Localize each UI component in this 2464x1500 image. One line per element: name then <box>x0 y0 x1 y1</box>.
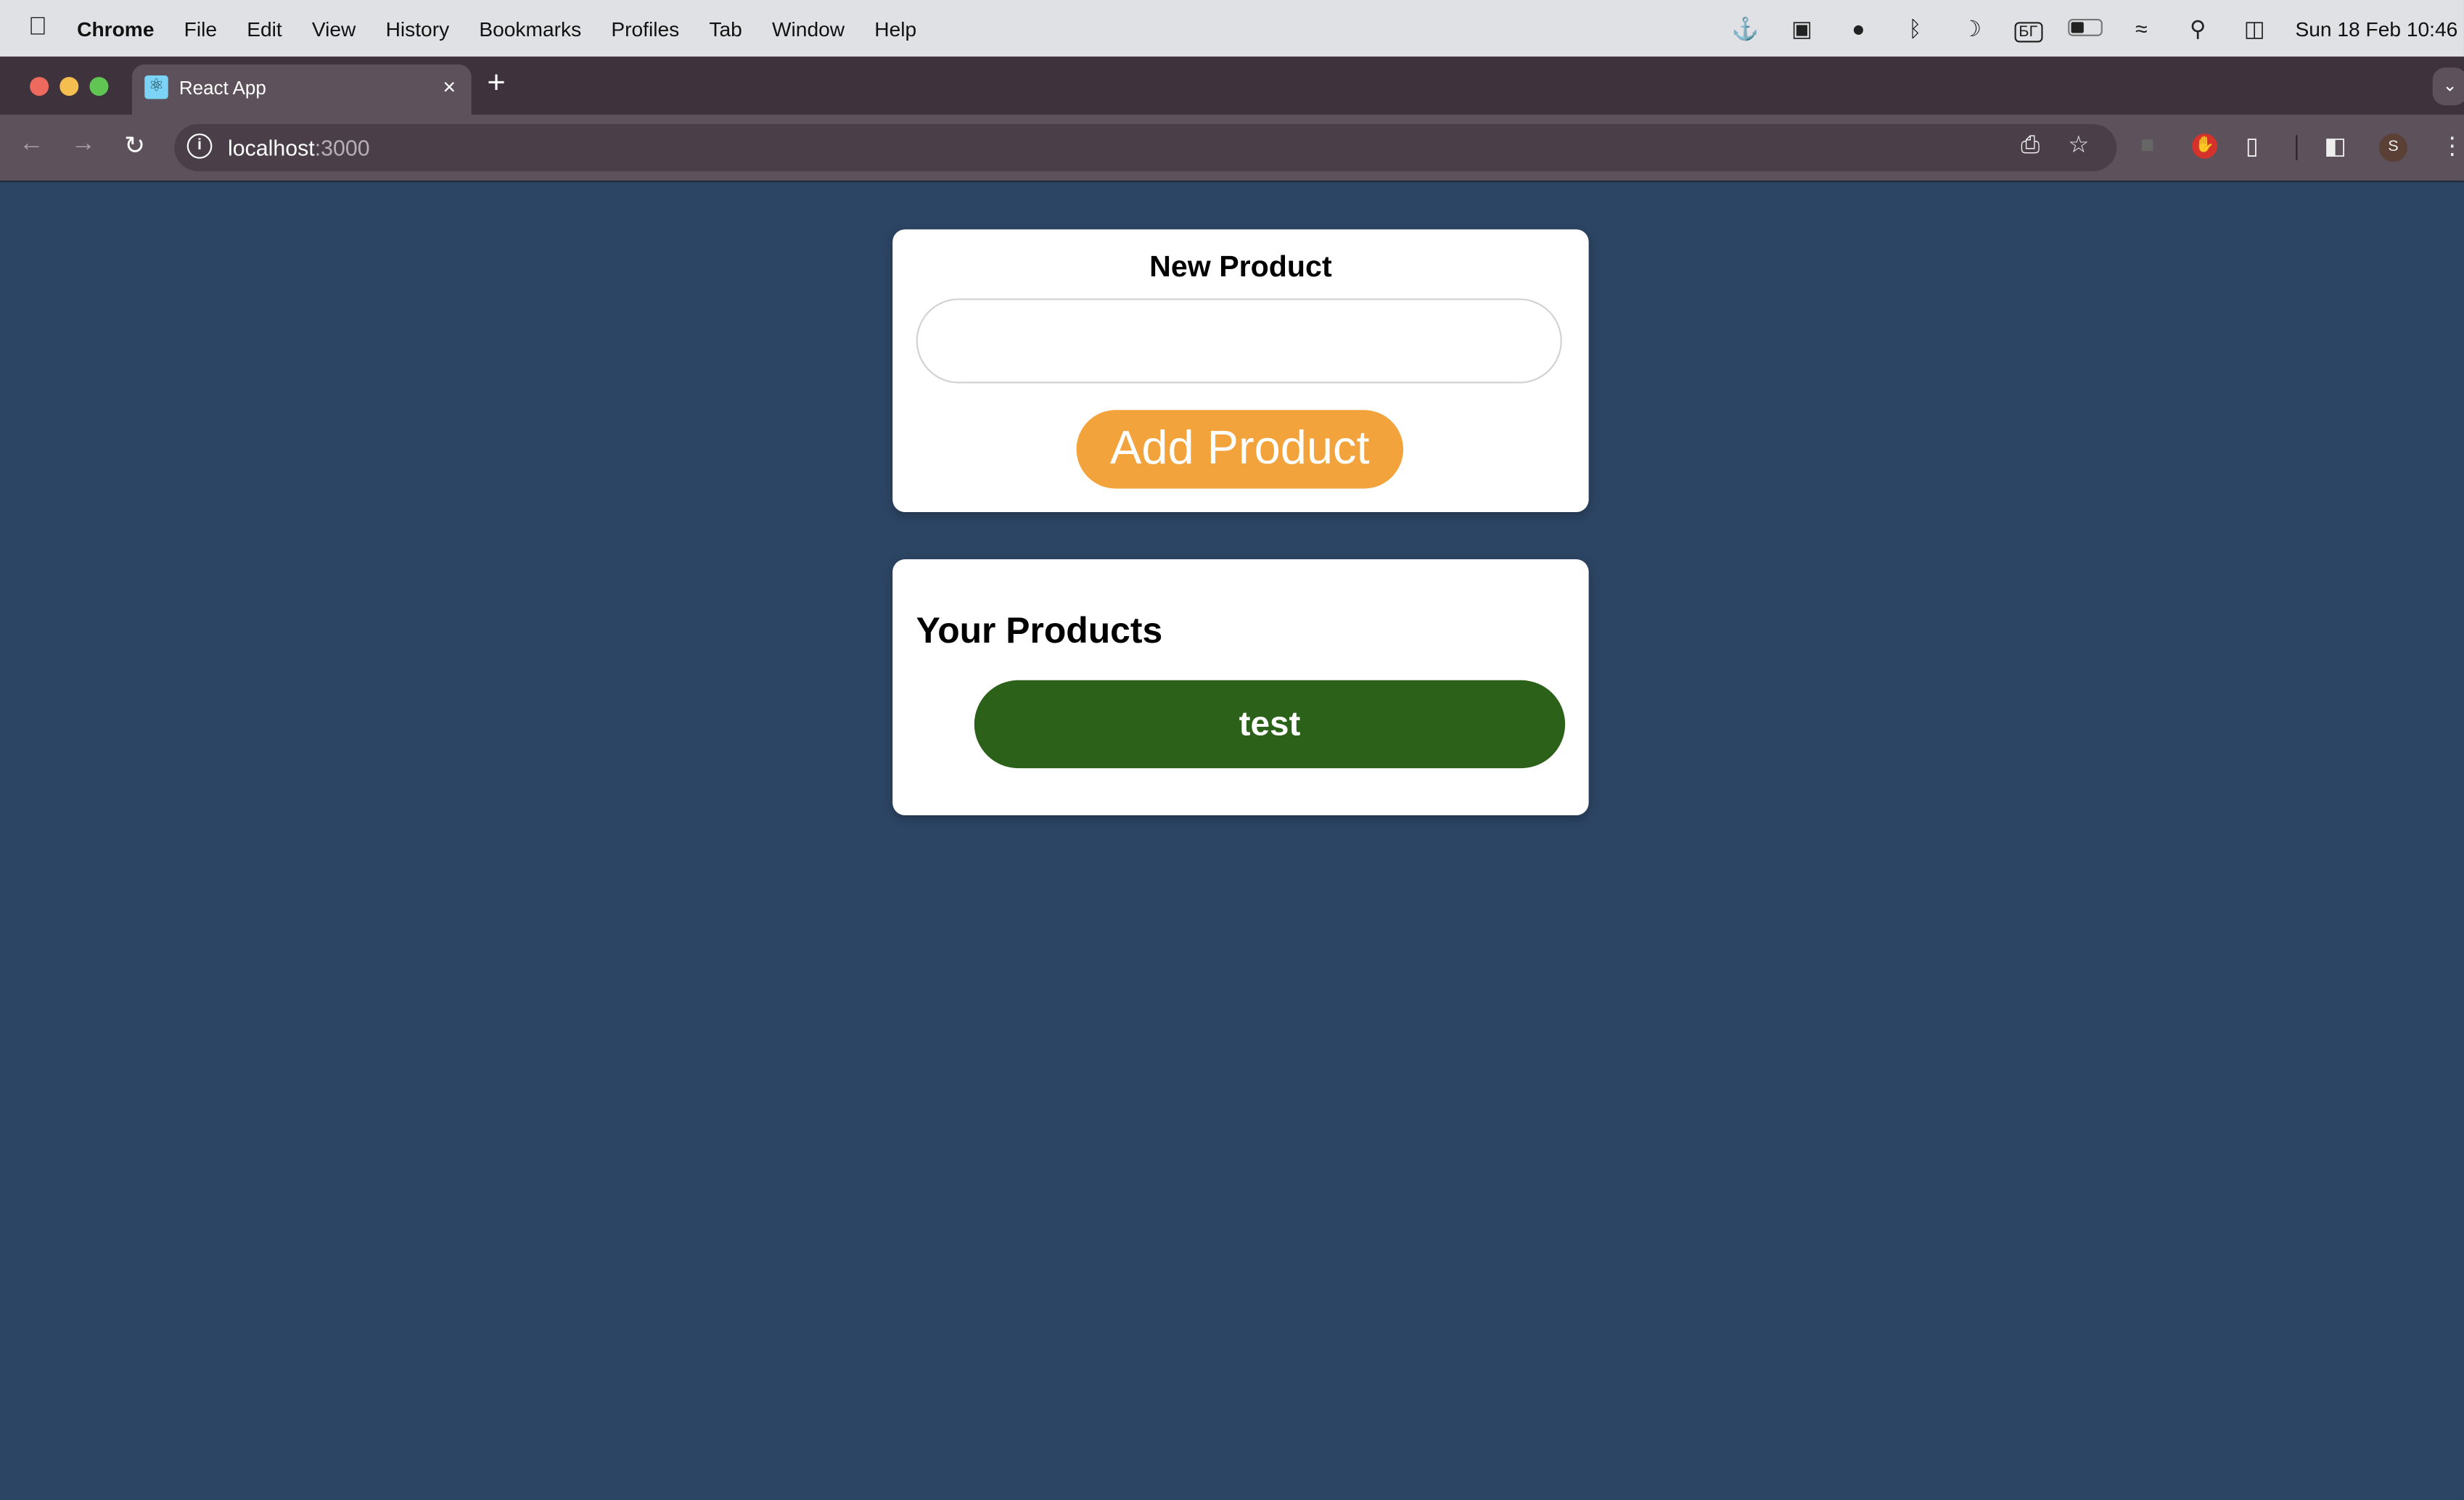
menu-help[interactable]: Help <box>874 17 916 40</box>
url-text[interactable]: localhost:3000 <box>228 135 370 160</box>
tab-search-chevron-icon[interactable]: ⌄ <box>2432 67 2464 106</box>
control-center-icon[interactable]: ◫ <box>2226 15 2283 42</box>
react-favicon-icon: ⚛ <box>144 75 168 99</box>
window-icon[interactable]: ▣ <box>1773 15 1830 42</box>
extension-moai-icon[interactable]: ■ <box>2140 132 2155 159</box>
new-tab-button[interactable]: + <box>487 66 505 102</box>
apple-icon[interactable]:  <box>28 14 47 42</box>
menu-profiles[interactable]: Profiles <box>611 17 679 40</box>
product-item-button[interactable]: test <box>974 680 1566 769</box>
forward-arrow-icon[interactable]: → <box>70 131 96 159</box>
bell-icon[interactable]: ● <box>1830 16 1886 41</box>
menu-file[interactable]: File <box>184 17 217 40</box>
menu-tab[interactable]: Tab <box>709 17 742 40</box>
close-tab-icon[interactable]: × <box>443 74 456 99</box>
extensions-puzzle-icon[interactable]: ▯ <box>2246 132 2259 160</box>
site-info-icon[interactable]: i <box>186 133 213 159</box>
reload-icon[interactable]: ↻ <box>124 131 145 162</box>
url-port: :3000 <box>314 135 370 160</box>
back-arrow-icon[interactable]: ← <box>19 131 44 159</box>
clock[interactable]: Sun 18 Feb 10:46 <box>2295 17 2457 40</box>
side-panel-icon[interactable]: ◧ <box>2324 132 2346 160</box>
tab-title: React App <box>178 77 266 99</box>
moon-icon[interactable]: ☽ <box>1943 15 2000 42</box>
menu-window[interactable]: Window <box>772 17 845 40</box>
menu-view[interactable]: View <box>312 17 356 40</box>
menu-history[interactable]: History <box>386 17 450 40</box>
product-name-input[interactable] <box>916 298 1562 384</box>
profile-avatar[interactable]: S <box>2379 133 2408 162</box>
bookmark-star-icon[interactable]: ☆ <box>2068 131 2089 159</box>
wifi-icon[interactable]: ≈ <box>2113 16 2169 41</box>
search-icon[interactable]: ⚲ <box>2169 15 2226 42</box>
close-window-button[interactable] <box>30 77 49 96</box>
battery-icon[interactable] <box>2056 16 2113 41</box>
macos-menu-bar:  Chrome File Edit View History Bookmark… <box>0 0 2464 57</box>
new-product-card: New Product Add Product <box>892 229 1589 513</box>
adblock-extension-icon[interactable]: ✋ <box>2192 133 2217 159</box>
bluetooth-icon[interactable]: ᛒ <box>1886 16 1943 41</box>
install-app-icon[interactable]: ⎙ <box>2021 132 2040 159</box>
tab-react-app[interactable]: ⚛ React App × <box>131 64 472 115</box>
maximize-window-button[interactable] <box>89 77 109 96</box>
new-product-title: New Product <box>1149 251 1332 285</box>
more-menu-icon[interactable]: ⋮ <box>2440 132 2463 160</box>
add-product-button[interactable]: Add Product <box>1076 410 1404 489</box>
minimize-window-button[interactable] <box>59 77 79 96</box>
your-products-card: Your Products test <box>892 559 1589 816</box>
status-area: ⚓ ▣ ● ᛒ ☽ БГ ≈ ⚲ ◫ Sun 18 Feb 10:46 <box>1717 0 2457 57</box>
keyboard-layout-label: БГ <box>2013 22 2042 43</box>
keyboard-layout-icon[interactable]: БГ <box>2000 16 2056 43</box>
menu-edit[interactable]: Edit <box>247 17 282 40</box>
url-host: localhost <box>228 135 315 160</box>
address-bar[interactable]: i localhost:3000 ⎙ ☆ <box>174 124 2117 172</box>
your-products-title: Your Products <box>916 609 1163 651</box>
menu-app-name[interactable]: Chrome <box>77 17 154 40</box>
docker-icon[interactable]: ⚓ <box>1717 15 1773 42</box>
toolbar-divider <box>2296 135 2298 160</box>
menu-bookmarks[interactable]: Bookmarks <box>479 17 581 40</box>
screen:  Chrome File Edit View History Bookmark… <box>0 0 2464 1500</box>
